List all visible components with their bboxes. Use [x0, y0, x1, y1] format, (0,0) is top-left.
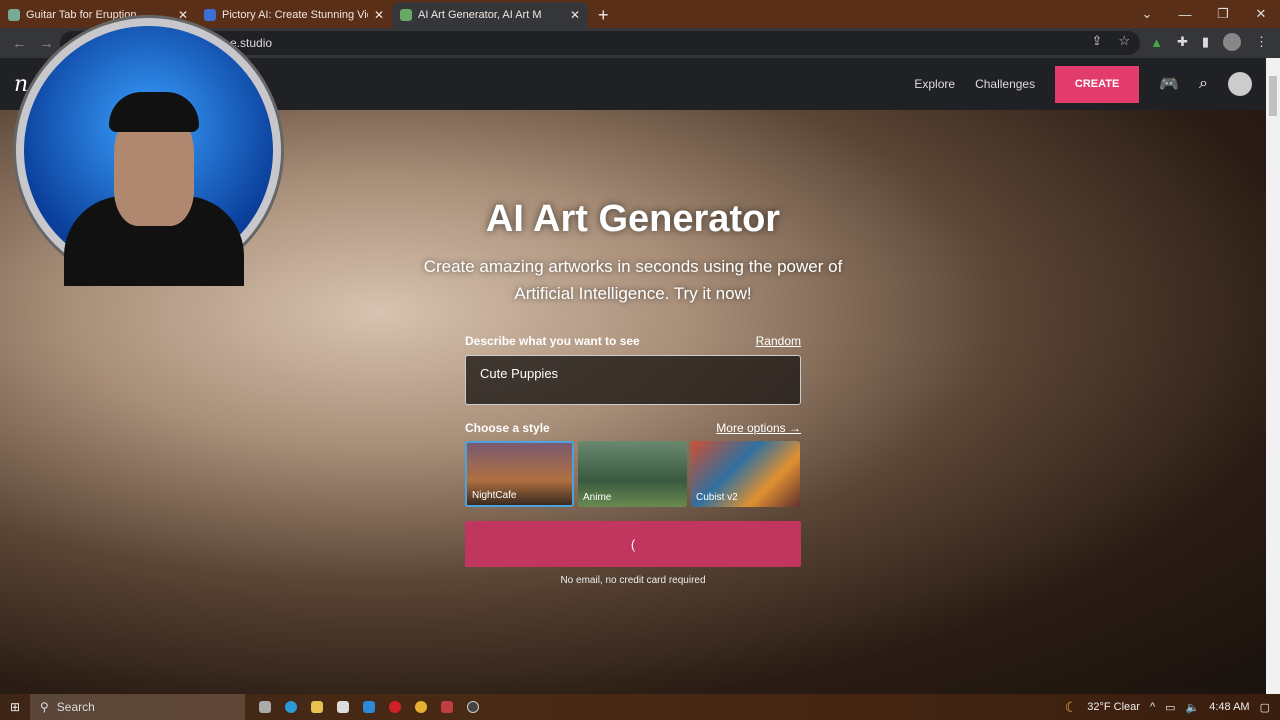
- close-tab-icon[interactable]: ✕: [570, 8, 580, 22]
- side-panel-icon[interactable]: ▮: [1202, 34, 1209, 50]
- notifications-icon[interactable]: ▢: [1260, 701, 1270, 714]
- loading-spinner: (: [630, 536, 636, 552]
- app-icon[interactable]: [441, 701, 453, 713]
- browser-tab[interactable]: Pictory AI: Create Stunning Video✕: [196, 2, 392, 28]
- scrollbar[interactable]: [1266, 58, 1280, 694]
- search-icon: ⚲: [40, 700, 49, 714]
- random-link[interactable]: Random: [756, 334, 801, 348]
- taskbar-search[interactable]: ⚲ Search: [30, 694, 245, 720]
- new-tab-button[interactable]: +: [588, 2, 619, 28]
- close-window-icon[interactable]: ✕: [1242, 6, 1280, 22]
- browser-tab-bar: Guitar Tab for Eruption. ✕ Pictory AI: Cr…: [0, 0, 1280, 28]
- prompt-label: Describe what you want to see: [465, 334, 640, 348]
- weather-moon-icon[interactable]: ☾: [1065, 699, 1078, 716]
- close-tab-icon[interactable]: ✕: [178, 8, 188, 22]
- more-options-link[interactable]: More options →: [716, 421, 801, 435]
- obs-icon[interactable]: [467, 701, 479, 713]
- style-label: Choose a style: [465, 421, 550, 435]
- extension-icon[interactable]: ▲: [1150, 35, 1163, 50]
- site-logo[interactable]: n: [14, 72, 28, 97]
- search-icon[interactable]: ⌕: [1199, 75, 1208, 93]
- page-subtitle: Create amazing artworks in seconds using…: [423, 257, 843, 303]
- task-view-icon[interactable]: [259, 701, 271, 713]
- volume-icon[interactable]: 🔈: [1186, 701, 1200, 714]
- share-icon[interactable]: ⇪: [1091, 33, 1102, 49]
- no-card-note: No email, no credit card required: [560, 575, 706, 586]
- pictory-favicon-icon: [204, 9, 216, 21]
- windows-taskbar: ⊞ ⚲ Search ☾ 32°F Clear ^ ▭ 🔈 4:48 AM ▢: [0, 694, 1280, 720]
- webcam-overlay: [16, 18, 281, 286]
- style-option-cubist[interactable]: Cubist v2: [691, 441, 800, 507]
- generate-button[interactable]: (: [465, 521, 801, 567]
- back-icon[interactable]: ←: [12, 35, 27, 52]
- bookmark-star-icon[interactable]: ☆: [1118, 33, 1130, 49]
- prompt-input[interactable]: Cute Puppies: [465, 355, 801, 405]
- nightcafe-favicon-icon: [400, 9, 412, 21]
- browser-tab-active[interactable]: AI Art Generator, AI Art M ✕: [392, 2, 588, 28]
- weather-text[interactable]: 32°F Clear: [1087, 701, 1140, 713]
- generator-form: Describe what you want to see Random Cute…: [465, 334, 801, 586]
- edge-icon[interactable]: [285, 701, 297, 713]
- chrome-icon[interactable]: [415, 701, 427, 713]
- user-avatar[interactable]: [1228, 72, 1252, 96]
- scrollbar-thumb[interactable]: [1269, 76, 1277, 116]
- opera-icon[interactable]: [389, 701, 401, 713]
- style-option-nightcafe[interactable]: NightCafe: [465, 441, 574, 507]
- create-button[interactable]: CREATE: [1055, 65, 1140, 103]
- tab-search-icon[interactable]: ⌄: [1128, 6, 1166, 22]
- mail-icon[interactable]: [363, 701, 375, 713]
- network-icon[interactable]: ▭: [1165, 701, 1175, 714]
- maximize-icon[interactable]: ❐: [1204, 6, 1242, 22]
- tray-chevron-icon[interactable]: ^: [1150, 701, 1155, 713]
- close-tab-icon[interactable]: ✕: [374, 8, 384, 22]
- menu-icon[interactable]: ⋮: [1255, 34, 1268, 50]
- discord-icon[interactable]: 🎮: [1159, 74, 1179, 94]
- nav-challenges[interactable]: Challenges: [975, 77, 1035, 91]
- clock[interactable]: 4:48 AM: [1209, 701, 1249, 713]
- file-explorer-icon[interactable]: [311, 701, 323, 713]
- chatgpt-favicon-icon: [8, 9, 20, 21]
- minimize-icon[interactable]: —: [1166, 7, 1204, 22]
- nav-explore[interactable]: Explore: [914, 77, 955, 91]
- forward-icon[interactable]: →: [39, 35, 54, 52]
- profile-avatar[interactable]: [1223, 33, 1241, 51]
- store-icon[interactable]: [337, 701, 349, 713]
- style-option-anime[interactable]: Anime: [578, 441, 687, 507]
- extensions-puzzle-icon[interactable]: ✚: [1177, 34, 1188, 50]
- windows-start-icon[interactable]: ⊞: [0, 700, 30, 714]
